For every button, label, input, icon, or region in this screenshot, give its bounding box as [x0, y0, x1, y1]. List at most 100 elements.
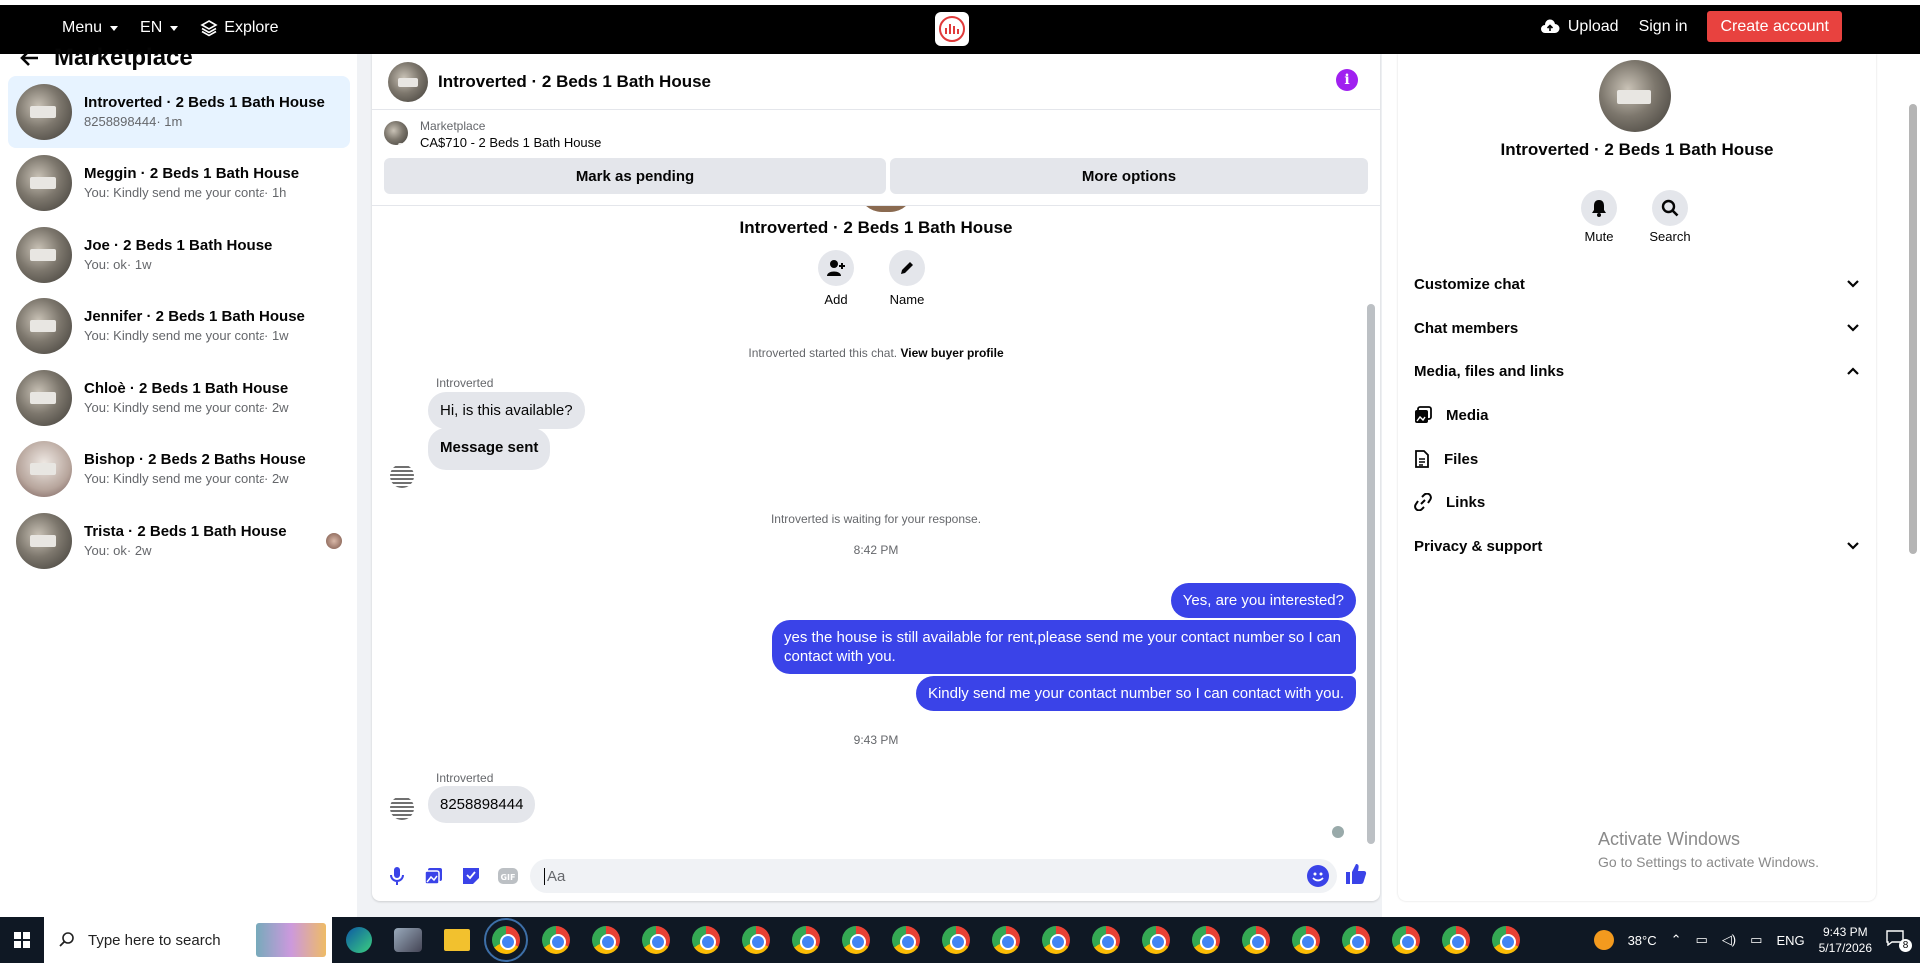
conversation-item[interactable]: Chloè · 2 Beds 1 Bath House You: Kindly …	[8, 362, 350, 434]
message-placeholder: Aa	[544, 867, 565, 885]
photo-icon[interactable]	[423, 865, 445, 887]
volume-icon[interactable]: ◁)	[1722, 932, 1736, 948]
site-logo[interactable]	[935, 12, 969, 46]
chat-started-notice: Introverted started this chat. View buye…	[372, 346, 1380, 360]
explore-link[interactable]: Explore	[200, 19, 279, 37]
weather-icon[interactable]	[1593, 930, 1614, 950]
gif-icon[interactable]: GIF	[497, 865, 519, 887]
customize-chat-section[interactable]: Customize chat	[1414, 264, 1860, 304]
media-item[interactable]: Media	[1414, 395, 1489, 435]
chrome-icon[interactable]	[742, 926, 770, 954]
conversation-item[interactable]: Jennifer · 2 Beds 1 Bath House You: Kind…	[8, 291, 350, 363]
app-icon[interactable]	[394, 928, 422, 952]
clock[interactable]: 9:43 PM 5/17/2026	[1819, 924, 1872, 956]
name-button[interactable]	[889, 250, 925, 286]
window-top-edge	[0, 0, 1920, 5]
edge-icon[interactable]	[346, 927, 372, 953]
more-options-button[interactable]: More options	[890, 158, 1368, 194]
chrome-icon[interactable]	[892, 926, 920, 954]
mute-button[interactable]	[1581, 190, 1617, 226]
chrome-icon[interactable]	[1042, 926, 1070, 954]
chat-members-section[interactable]: Chat members	[1414, 308, 1860, 348]
info-icon[interactable]: i	[1336, 69, 1358, 91]
listing-thumbnail[interactable]	[384, 121, 408, 145]
create-account-button[interactable]: Create account	[1707, 11, 1842, 42]
scrollbar-thumb[interactable]	[1367, 304, 1375, 844]
thumbs-up-icon[interactable]	[1344, 862, 1368, 891]
message-thread: Introverted · 2 Beds 1 Bath House Add Na…	[372, 206, 1380, 851]
thread-scrollbar[interactable]	[1367, 224, 1375, 844]
menu-dropdown[interactable]: Menu	[62, 19, 119, 37]
privacy-support-section[interactable]: Privacy & support	[1414, 526, 1860, 566]
chrome-icon[interactable]	[1142, 926, 1170, 954]
read-receipt-avatar	[1332, 826, 1344, 838]
chrome-icon[interactable]	[992, 926, 1020, 954]
incoming-message: Message sent	[428, 428, 551, 470]
conversation-item[interactable]: Meggin · 2 Beds 1 Bath House You: Kindly…	[8, 148, 350, 220]
conversation-item[interactable]: Trista · 2 Beds 1 Bath House You: ok · 2w	[8, 505, 350, 577]
chrome-icon[interactable]	[842, 926, 870, 954]
chrome-icon[interactable]	[642, 926, 670, 954]
avatar[interactable]	[388, 61, 428, 102]
upload-button[interactable]: Upload	[1540, 18, 1619, 36]
taskbar-search-placeholder: Type here to search	[88, 931, 221, 949]
outgoing-message: Kindly send me your contact number so I …	[915, 676, 1356, 711]
upload-label: Upload	[1567, 17, 1619, 35]
language-dropdown[interactable]: EN	[140, 19, 179, 37]
conversation-item[interactable]: Bishop · 2 Beds 2 Baths House You: Kindl…	[8, 434, 350, 506]
conversation-item[interactable]: Introverted · 2 Beds 1 Bath House 825889…	[8, 76, 350, 148]
chrome-icon[interactable]	[692, 926, 720, 954]
search-button[interactable]	[1652, 190, 1688, 226]
back-arrow-icon[interactable]	[20, 49, 40, 67]
conversation-text: Jennifer · 2 Beds 1 Bath House You: Kind…	[84, 307, 344, 345]
chrome-icon[interactable]	[792, 926, 820, 954]
listing-price[interactable]: CA$710 - 2 Beds 1 Bath House	[420, 135, 601, 150]
conversation-preview: 8258898444	[84, 113, 157, 129]
chat-title[interactable]: Introverted · 2 Beds 1 Bath House	[438, 72, 711, 92]
details-avatar[interactable]	[1599, 60, 1671, 132]
add-button[interactable]	[818, 250, 854, 286]
section-label: Media, files and links	[1414, 362, 1565, 380]
view-buyer-profile-link[interactable]: View buyer profile	[900, 346, 1003, 360]
logo-mark-icon	[939, 16, 965, 42]
microphone-icon[interactable]	[386, 865, 408, 887]
file-explorer-icon[interactable]	[444, 929, 470, 951]
media-files-links-section[interactable]: Media, files and links	[1414, 351, 1860, 391]
notifications-icon[interactable]: 8	[1886, 930, 1912, 952]
cloud-upload-icon	[1540, 18, 1560, 33]
layers-icon	[200, 20, 218, 37]
links-item[interactable]: Links	[1414, 482, 1485, 522]
chrome-icon[interactable]	[542, 926, 570, 954]
sidebar-title: Marketplace	[54, 44, 193, 71]
start-button[interactable]	[0, 917, 44, 963]
page-scrollbar-thumb[interactable]	[1909, 104, 1917, 554]
files-item[interactable]: Files	[1414, 439, 1478, 479]
chrome-icon[interactable]	[592, 926, 620, 954]
timestamp: 9:43 PM	[853, 733, 899, 747]
section-label: Privacy & support	[1414, 537, 1543, 555]
chrome-icon[interactable]	[1392, 926, 1420, 954]
emoji-icon[interactable]	[1307, 865, 1329, 887]
page-scrollbar[interactable]	[1905, 54, 1920, 917]
chrome-icon[interactable]	[1192, 926, 1220, 954]
message-input[interactable]: Aa	[530, 859, 1337, 893]
chrome-icon[interactable]	[1442, 926, 1470, 954]
network-icon[interactable]: ▭	[1696, 932, 1708, 948]
chrome-icon[interactable]	[1242, 926, 1270, 954]
chrome-icon[interactable]	[1342, 926, 1370, 954]
conversation-item[interactable]: Joe · 2 Beds 1 Bath House You: ok · 1w	[8, 219, 350, 291]
sign-in-link[interactable]: Sign in	[1639, 18, 1688, 36]
avatar	[16, 226, 72, 283]
taskbar-search[interactable]: Type here to search	[44, 917, 332, 963]
sticker-icon[interactable]	[460, 865, 482, 887]
display-icon[interactable]: ▭	[1750, 932, 1762, 948]
chrome-icon[interactable]	[942, 926, 970, 954]
chrome-icon[interactable]	[1092, 926, 1120, 954]
chevron-up-icon[interactable]: ⌃	[1671, 932, 1682, 948]
mark-as-pending-button[interactable]: Mark as pending	[384, 158, 886, 194]
chrome-icon[interactable]	[484, 918, 528, 962]
temperature[interactable]: 38°C	[1628, 933, 1657, 948]
chrome-icon[interactable]	[1492, 926, 1520, 954]
chrome-icon[interactable]	[1292, 926, 1320, 954]
input-language[interactable]: ENG	[1776, 933, 1804, 948]
